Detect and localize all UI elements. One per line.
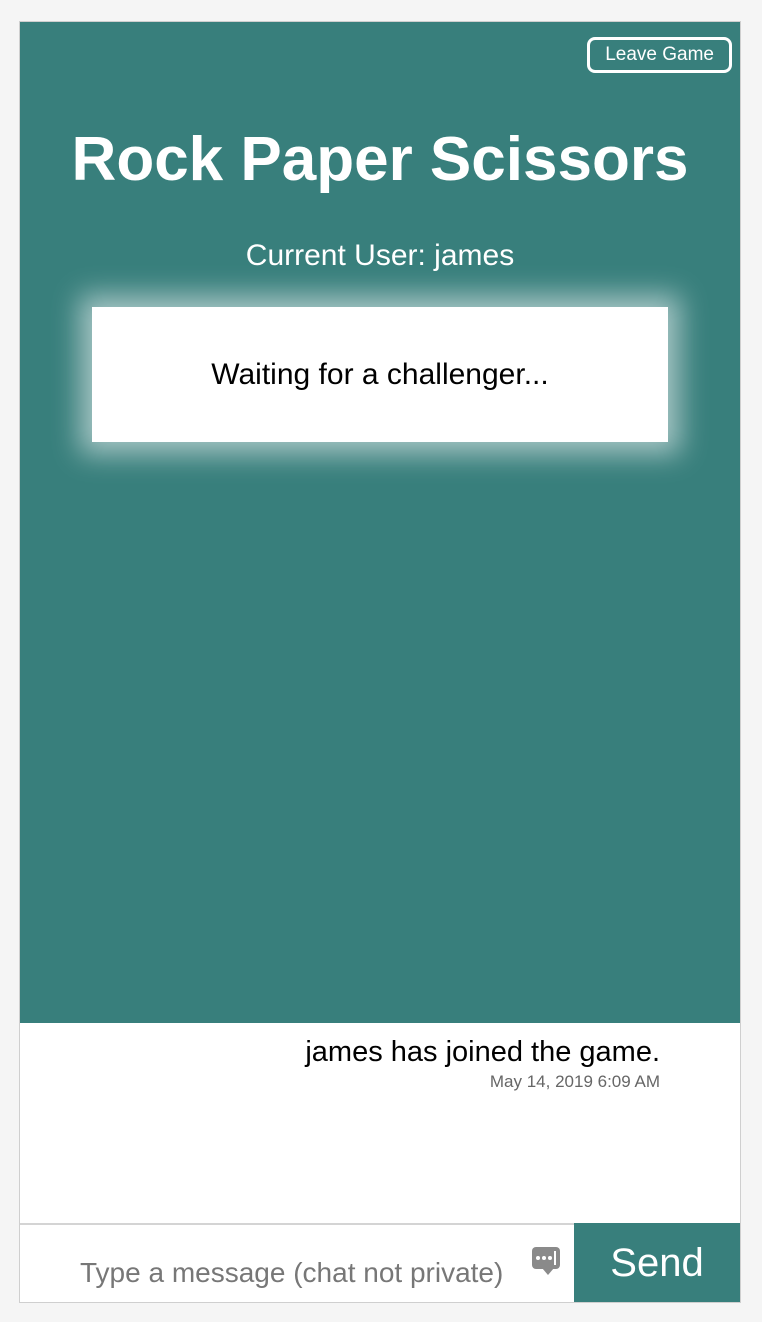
current-user-label: Current User: james <box>245 239 515 272</box>
status-message: Waiting for a challenger... <box>211 357 549 391</box>
chat-message-input[interactable] <box>20 1225 574 1302</box>
chat-log[interactable]: james has joined the game. May 14, 2019 … <box>20 1023 740 1223</box>
password-dots-icon[interactable] <box>532 1247 560 1275</box>
status-card: Waiting for a challenger... <box>92 307 668 442</box>
game-panel: Leave Game Rock Paper Scissors Current U… <box>20 22 740 1023</box>
chat-message-timestamp: May 14, 2019 6:09 AM <box>489 1072 660 1091</box>
chat-composer: Send <box>20 1223 740 1302</box>
game-window: Leave Game Rock Paper Scissors Current U… <box>19 21 741 1303</box>
chat-message-text: james has joined the game. <box>305 1036 660 1068</box>
send-button[interactable]: Send <box>574 1223 740 1302</box>
chat-message: james has joined the game. May 14, 2019 … <box>305 1033 660 1093</box>
leave-game-button[interactable]: Leave Game <box>587 37 732 73</box>
page-title: Rock Paper Scissors <box>71 125 689 194</box>
